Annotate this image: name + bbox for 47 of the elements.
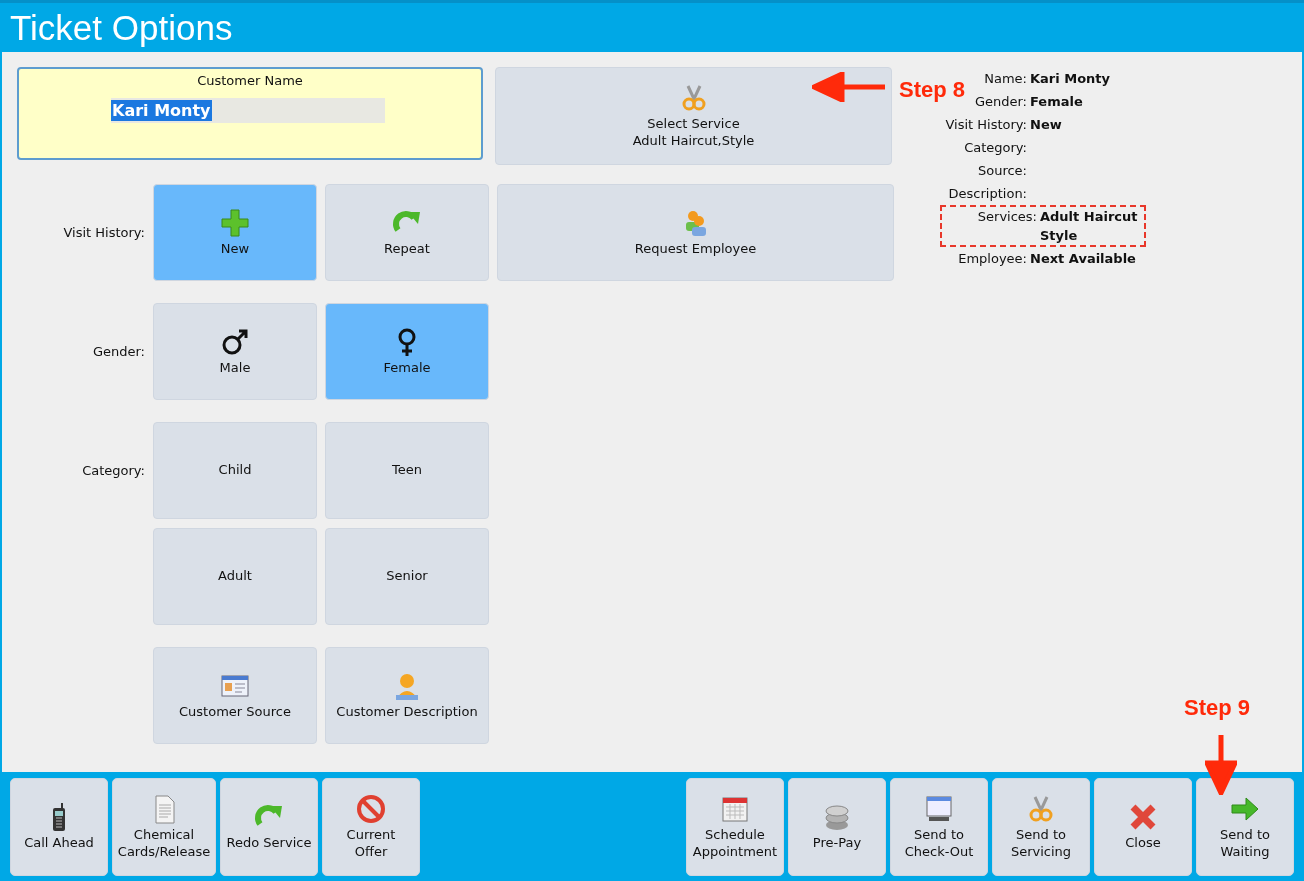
toolbar-button[interactable]: Schedule Appointment: [686, 778, 784, 876]
toolbar-button[interactable]: Pre-Pay: [788, 778, 886, 876]
toolbar-button[interactable]: Close: [1094, 778, 1192, 876]
option-button[interactable]: New: [153, 184, 317, 281]
option-button[interactable]: Male: [153, 303, 317, 400]
coin-stack-icon: [822, 802, 852, 833]
summary-value: Adult Haircut Style: [1040, 208, 1138, 245]
select-service-button[interactable]: Select Service Adult Haircut,Style: [495, 67, 892, 165]
category-label: Category:: [81, 462, 145, 480]
summary-label: Employee:: [957, 250, 1027, 268]
summary-value: New: [1030, 116, 1062, 134]
step-annotation: Step 8: [899, 77, 966, 103]
toolbar-button[interactable]: Call Ahead: [10, 778, 108, 876]
summary-label: Category:: [963, 139, 1027, 157]
summary-label: Visit History:: [944, 116, 1027, 134]
summary-label: Services:: [976, 208, 1037, 226]
toolbar-button[interactable]: Send to Waiting: [1196, 778, 1294, 876]
option-button[interactable]: Child: [153, 422, 317, 519]
toolbar-button[interactable]: Chemical Cards/Release: [112, 778, 216, 876]
prohibited-icon: [356, 793, 386, 824]
request-employee-button[interactable]: Request Employee: [497, 184, 894, 281]
option-button[interactable]: Adult: [153, 528, 317, 625]
toolbar-button[interactable]: Current Offer: [322, 778, 420, 876]
window-title: Ticket Options: [10, 7, 233, 48]
register-icon: [924, 793, 954, 824]
toolbar-button[interactable]: Redo Service: [220, 778, 318, 876]
customer-name-field[interactable]: Kari Monty: [111, 98, 385, 123]
customer-name-label: Customer Name: [197, 73, 303, 88]
summary-value: Next Available: [1030, 250, 1136, 268]
step-annotation: Step 9: [1184, 695, 1251, 721]
visit-history-label: Visit History:: [62, 224, 145, 242]
summary-label: Source:: [976, 162, 1027, 180]
summary-value: Kari Monty: [1030, 70, 1111, 88]
summary-label: Description:: [947, 185, 1027, 203]
toolbar-button[interactable]: Send to Check-Out: [890, 778, 988, 876]
customer-info-button[interactable]: Customer Source: [153, 647, 317, 744]
option-button[interactable]: Repeat: [325, 184, 489, 281]
option-button[interactable]: Teen: [325, 422, 489, 519]
plus-icon: [220, 207, 250, 238]
customer-info-button[interactable]: Customer Description: [325, 647, 489, 744]
gender-label: Gender:: [91, 343, 145, 361]
down-arrow: [1205, 735, 1237, 795]
option-button[interactable]: Female: [325, 303, 489, 400]
option-button[interactable]: Senior: [325, 528, 489, 625]
summary-label: Name:: [983, 70, 1027, 88]
summary-value: Female: [1030, 93, 1083, 111]
toolbar-button[interactable]: Send to Servicing: [992, 778, 1090, 876]
